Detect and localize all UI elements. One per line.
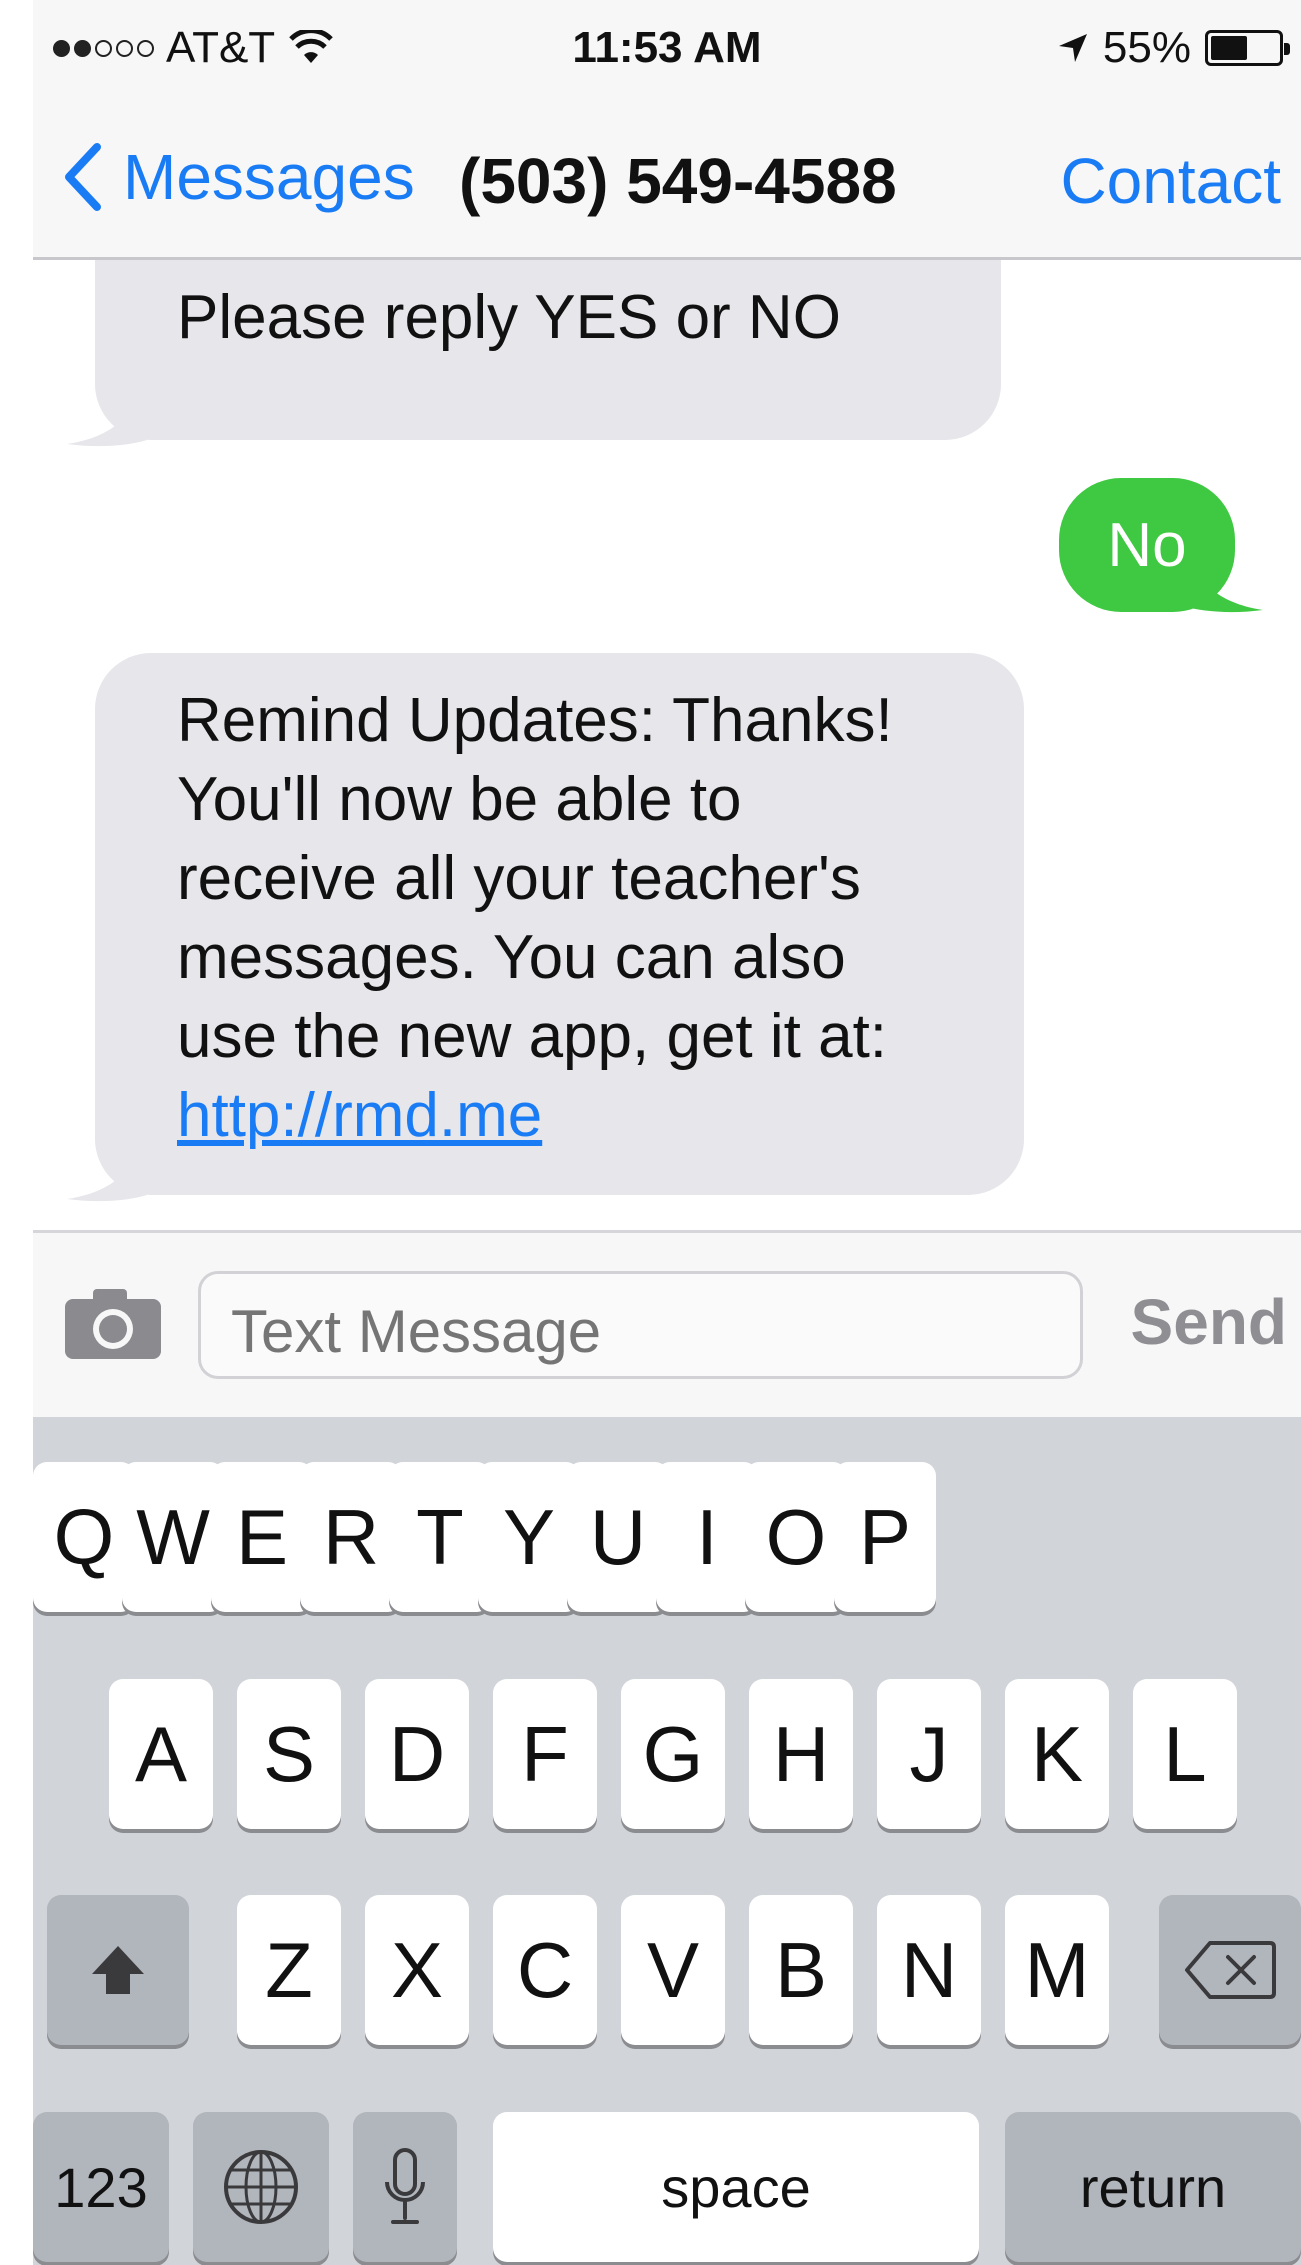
- key-o[interactable]: O: [745, 1462, 847, 1612]
- bubble-tail: [67, 1155, 147, 1202]
- return-key-label: return: [1079, 2155, 1227, 2219]
- back-label: Messages: [123, 141, 415, 213]
- key-r[interactable]: R: [300, 1462, 402, 1612]
- key-d[interactable]: D: [365, 1679, 469, 1829]
- nav-bar: Messages (503) 549-4588 Contact: [33, 96, 1301, 260]
- message-link[interactable]: http://rmd.me: [177, 1076, 994, 1155]
- delete-icon: [1185, 1941, 1276, 1999]
- key-u[interactable]: U: [567, 1462, 669, 1612]
- battery-percent: 55%: [1102, 23, 1191, 72]
- return-key[interactable]: return: [1005, 2112, 1301, 2262]
- shift-icon: [92, 1946, 144, 1994]
- incoming-message-bubble[interactable]: Please reply YES or NO: [95, 260, 1001, 440]
- camera-icon[interactable]: [63, 1285, 163, 1361]
- key-m[interactable]: M: [1005, 1895, 1109, 2045]
- send-button[interactable]: Send: [1131, 1285, 1287, 1359]
- bubble-tail: [67, 400, 147, 447]
- incoming-message-bubble[interactable]: Remind Updates: Thanks! You'll now be ab…: [95, 653, 1024, 1195]
- shift-key[interactable]: [47, 1895, 189, 2045]
- message-input-bar: Send: [33, 1230, 1301, 1417]
- dictation-key[interactable]: [353, 2112, 457, 2262]
- battery-icon: [1205, 30, 1290, 66]
- key-v[interactable]: V: [621, 1895, 725, 2045]
- numbers-key-label: 123: [54, 2155, 148, 2219]
- conversation-title: (503) 549-4588: [459, 145, 897, 217]
- message-text: Please reply YES or NO: [177, 283, 841, 352]
- bubble-tail: [1183, 566, 1263, 613]
- key-b[interactable]: B: [749, 1895, 853, 2045]
- message-line: messages. You can also: [177, 923, 846, 992]
- conversation-thread[interactable]: Please reply YES or NO No Remind Updates…: [33, 260, 1301, 1230]
- key-t[interactable]: T: [389, 1462, 491, 1612]
- key-s[interactable]: S: [237, 1679, 341, 1829]
- key-e[interactable]: E: [211, 1462, 313, 1612]
- globe-icon: [224, 2150, 298, 2224]
- key-q[interactable]: Q: [33, 1462, 135, 1612]
- key-y[interactable]: Y: [478, 1462, 580, 1612]
- message-line: You'll now be able to: [177, 765, 742, 834]
- key-l[interactable]: L: [1133, 1679, 1237, 1829]
- chevron-left-icon: [65, 143, 101, 211]
- messages-screen: AT&T 11:53 AM 55% Messages (503) 549-458…: [33, 0, 1301, 2265]
- key-j[interactable]: J: [877, 1679, 981, 1829]
- keyboard: Q W E R T Y U I O P A S D F G H J K L Z …: [33, 1417, 1301, 2265]
- key-k[interactable]: K: [1005, 1679, 1109, 1829]
- key-i[interactable]: I: [656, 1462, 758, 1612]
- numbers-key[interactable]: 123: [33, 2112, 169, 2262]
- status-right: 55%: [1057, 22, 1290, 74]
- contact-button[interactable]: Contact: [1060, 144, 1281, 218]
- microphone-icon: [385, 2148, 425, 2224]
- key-x[interactable]: X: [365, 1895, 469, 2045]
- space-key[interactable]: space: [493, 2112, 979, 2262]
- key-f[interactable]: F: [493, 1679, 597, 1829]
- key-c[interactable]: C: [493, 1895, 597, 2045]
- key-n[interactable]: N: [877, 1895, 981, 2045]
- message-line: use the new app, get it at:: [177, 1002, 888, 1071]
- key-g[interactable]: G: [621, 1679, 725, 1829]
- message-line: Remind Updates: Thanks!: [177, 686, 893, 755]
- status-bar: AT&T 11:53 AM 55%: [33, 0, 1301, 96]
- space-key-label: space: [661, 2155, 811, 2219]
- key-w[interactable]: W: [122, 1462, 224, 1612]
- delete-key[interactable]: [1159, 1895, 1301, 2045]
- globe-key[interactable]: [193, 2112, 329, 2262]
- back-button[interactable]: Messages: [63, 140, 415, 214]
- key-h[interactable]: H: [749, 1679, 853, 1829]
- key-p[interactable]: P: [834, 1462, 936, 1612]
- key-a[interactable]: A: [109, 1679, 213, 1829]
- key-z[interactable]: Z: [237, 1895, 341, 2045]
- location-arrow-icon: [1058, 34, 1087, 62]
- text-message-input[interactable]: [198, 1271, 1083, 1379]
- message-line: receive all your teacher's: [177, 844, 861, 913]
